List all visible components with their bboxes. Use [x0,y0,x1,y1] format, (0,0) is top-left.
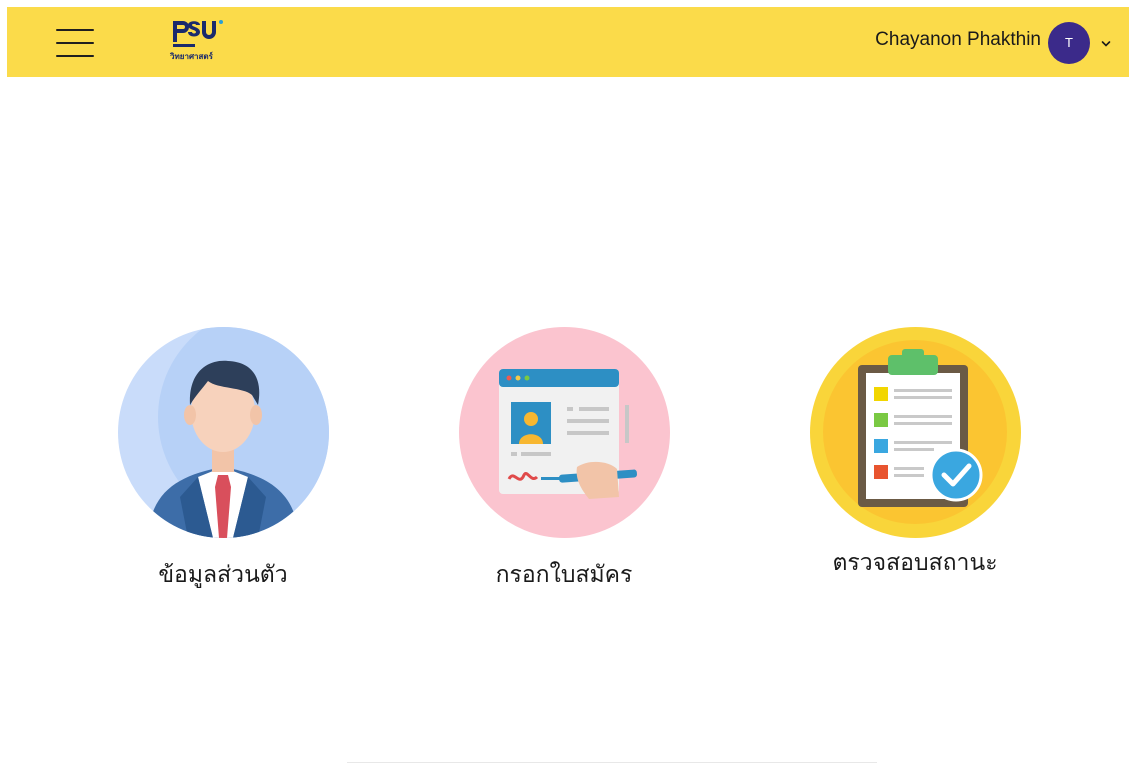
application-form-label: กรอกใบสมัคร [495,562,633,588]
check-status-tile[interactable]: ตรวจสอบสถานะ [795,327,1035,607]
chevron-down-icon[interactable] [1101,40,1111,48]
check-status-label: ตรวจสอบสถานะ [832,550,998,576]
psu-logo-mark-icon [173,20,223,47]
user-avatar[interactable]: T [1048,22,1090,64]
psu-logo[interactable]: วิทยาศาสตร์ [170,19,236,67]
application-form-tile[interactable]: กรอกใบสมัคร [444,327,684,607]
personal-info-label: ข้อมูลส่วนตัว [158,562,288,588]
checklist-clipboard-icon [823,340,1007,524]
logo-subtitle: วิทยาศาสตร์ [170,52,213,61]
hamburger-line [56,42,94,44]
bottom-divider [347,762,877,763]
page-frame: วิทยาศาสตร์ Chayanon Phakthin T ข้อมูลส่… [7,7,1129,765]
application-form-circle [459,327,670,538]
application-form-icon [499,369,637,499]
check-status-circle [810,327,1021,538]
hamburger-line [56,29,94,31]
businessman-icon [148,327,329,538]
user-name[interactable]: Chayanon Phakthin [875,29,1041,51]
personal-info-circle [118,327,329,538]
personal-info-tile[interactable]: ข้อมูลส่วนตัว [103,327,343,607]
hamburger-menu-icon[interactable] [56,27,94,59]
hamburger-line [56,55,94,57]
top-navbar: วิทยาศาสตร์ Chayanon Phakthin T [7,7,1129,77]
